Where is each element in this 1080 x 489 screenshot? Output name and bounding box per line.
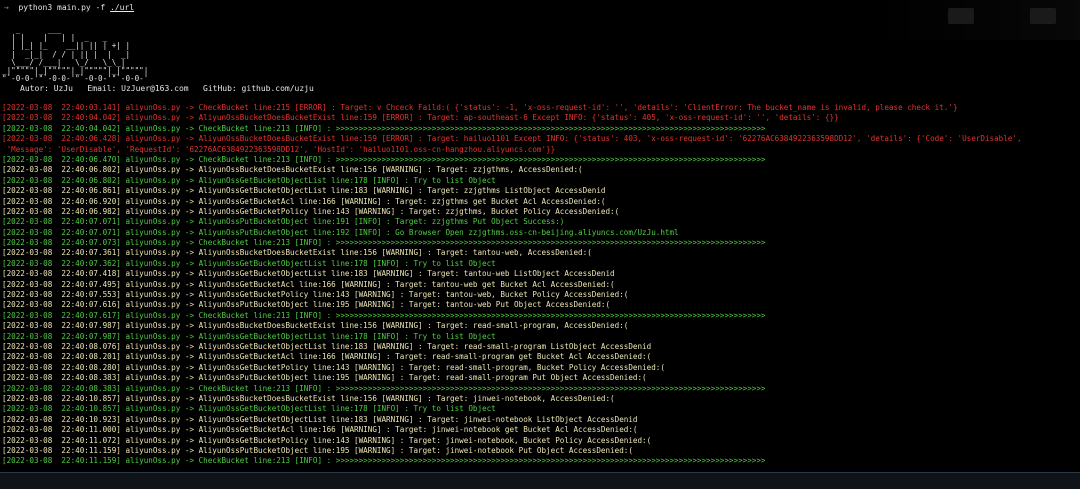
log-line: [2022-03-08 22:40:07.617] aliyunOss.py -… <box>2 310 766 320</box>
ascii-banner: _ ___ | | | | | _ _ | |_| |_ __|| || | +… <box>2 25 149 84</box>
log-line: [2022-03-08 22:40:06.920] aliyunOss.py -… <box>2 196 606 206</box>
log-line: [2022-03-08 22:40:07.418] aliyunOss.py -… <box>2 269 615 279</box>
prompt-command: python3 main.py -f <box>18 3 106 12</box>
log-output: [2022-03-08 22:40:03.141] aliyunOss.py -… <box>2 103 1078 467</box>
log-line: [2022-03-08 22:40:11.159] aliyunOss.py -… <box>2 445 633 455</box>
log-line: [2022-03-08 22:40:11.000] aliyunOss.py -… <box>2 425 638 435</box>
log-line: [2022-03-08 22:40:06.802] aliyunOss.py -… <box>2 165 583 175</box>
log-line: [2022-03-08 22:40:07.553] aliyunOss.py -… <box>2 290 629 300</box>
log-line: [2022-03-08 22:40:10.857] aliyunOss.py -… <box>2 404 496 414</box>
log-line: [2022-03-08 22:40:08.201] aliyunOss.py -… <box>2 352 652 362</box>
status-bar-divider <box>0 472 1080 473</box>
log-line: [2022-03-08 22:40:07.362] aliyunOss.py -… <box>2 258 496 268</box>
log-line: [2022-03-08 22:40:06.861] aliyunOss.py -… <box>2 186 606 196</box>
log-line: [2022-03-08 22:40:07.071] aliyunOss.py -… <box>2 227 679 237</box>
log-line: [2022-03-08 22:40:10.923] aliyunOss.py -… <box>2 414 638 424</box>
log-line: [2022-03-08 22:40:07.495] aliyunOss.py -… <box>2 279 615 289</box>
log-line: [2022-03-08 22:40:11.159] aliyunOss.py -… <box>2 456 766 466</box>
log-line: [2022-03-08 22:40:08.383] aliyunOss.py -… <box>2 373 647 383</box>
log-line: [2022-03-08 22:40:06.470] aliyunOss.py -… <box>2 154 766 164</box>
terminal-window[interactable]: → python3 main.py -f ./url _ ___ | | | |… <box>0 0 1080 489</box>
shell-prompt: → python3 main.py -f ./url <box>4 2 134 14</box>
prompt-argument: ./url <box>110 3 135 12</box>
log-line: [2022-03-08 22:40:08.076] aliyunOss.py -… <box>2 341 652 351</box>
log-line: [2022-03-08 22:40:06.982] aliyunOss.py -… <box>2 206 620 216</box>
log-line: [2022-03-08 22:40:06.802] aliyunOss.py -… <box>2 175 496 185</box>
log-line: [2022-03-08 22:40:08.280] aliyunOss.py -… <box>2 362 665 372</box>
author-line: Autor: UzJu Email: UzJuer@163.com GitHub… <box>20 84 314 93</box>
log-line: [2022-03-08 22:40:08.383] aliyunOss.py -… <box>2 383 766 393</box>
log-line: 'Message': 'UserDisable', 'RequestId': '… <box>2 144 556 154</box>
log-line: [2022-03-08 22:40:10.857] aliyunOss.py -… <box>2 393 615 403</box>
log-line: [2022-03-08 22:40:06.428] aliyunOss.py -… <box>2 134 1022 144</box>
log-line: [2022-03-08 22:40:04.042] aliyunOss.py -… <box>2 113 839 123</box>
log-line: [2022-03-08 22:40:07.987] aliyunOss.py -… <box>2 321 629 331</box>
log-line: [2022-03-08 22:40:07.616] aliyunOss.py -… <box>2 300 611 310</box>
blurred-window-controls <box>870 0 1080 40</box>
blurred-control <box>1030 8 1056 24</box>
log-line: [2022-03-08 22:40:07.361] aliyunOss.py -… <box>2 248 592 258</box>
log-line: [2022-03-08 22:40:07.071] aliyunOss.py -… <box>2 217 565 227</box>
log-line: [2022-03-08 22:40:07.073] aliyunOss.py -… <box>2 238 766 248</box>
blurred-control <box>948 8 974 24</box>
log-line: [2022-03-08 22:40:11.072] aliyunOss.py -… <box>2 435 652 445</box>
log-line: [2022-03-08 22:40:07.987] aliyunOss.py -… <box>2 331 496 341</box>
log-line: [2022-03-08 22:40:04.042] aliyunOss.py -… <box>2 123 766 133</box>
terminal-status-bar <box>0 472 1080 489</box>
prompt-arrow-icon: → <box>4 3 9 12</box>
log-line: [2022-03-08 22:40:03.141] aliyunOss.py -… <box>2 103 958 112</box>
